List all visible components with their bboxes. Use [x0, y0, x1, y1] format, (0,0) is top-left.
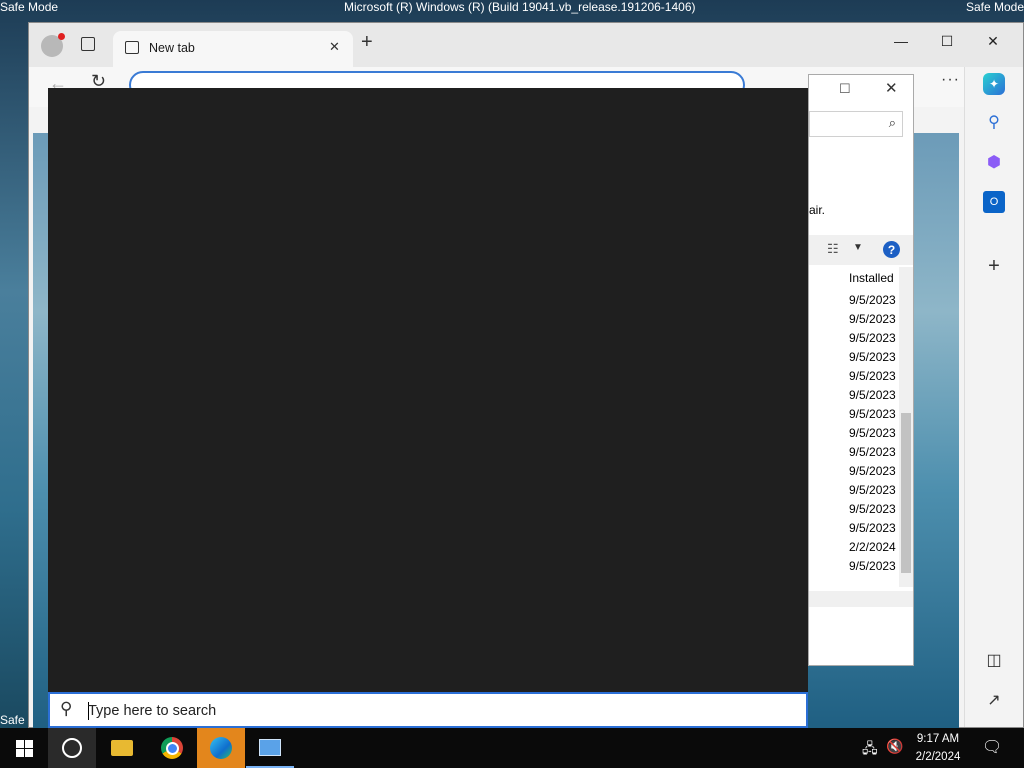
safe-mode-label-left: Safe Mode	[0, 0, 59, 14]
copilot-icon[interactable]: ✦	[983, 73, 1005, 95]
window-close-button[interactable]: ✕	[970, 27, 1016, 55]
search-icon: ⌕	[888, 115, 896, 130]
maximize-button[interactable]: ☐	[924, 27, 970, 55]
close-tab-icon[interactable]: ✕	[329, 39, 340, 55]
close-icon[interactable]: ✕	[885, 79, 898, 97]
horizontal-scrollbar[interactable]	[809, 591, 913, 607]
cortana-icon	[62, 738, 82, 758]
maximize-icon[interactable]: ☐	[839, 81, 851, 97]
notification-dot-icon	[58, 33, 65, 40]
chrome-icon	[161, 737, 183, 759]
windows-logo-icon	[15, 739, 33, 757]
office-icon[interactable]: ⬢	[983, 151, 1005, 173]
new-tab-button[interactable]: +	[361, 31, 373, 54]
control-panel-icon	[259, 738, 281, 756]
program-installed-date[interactable]: 9/5/2023	[849, 462, 896, 481]
edge-sidebar: ✦ ⚲ ⬢ O + ◫ ↗	[964, 67, 1023, 727]
taskbar: 🖧 🔇 9:17 AM 2/2/2024 🗨	[0, 728, 1024, 768]
program-installed-date[interactable]: 9/5/2023	[849, 557, 896, 576]
program-installed-date[interactable]: 9/5/2023	[849, 481, 896, 500]
volume-muted-icon[interactable]: 🔇	[886, 738, 903, 755]
search-icon: ⚲	[60, 699, 73, 718]
vertical-scrollbar[interactable]	[899, 267, 913, 587]
program-installed-date[interactable]: 9/5/2023	[849, 329, 896, 348]
search-input[interactable]: ⚲ Type here to search	[48, 692, 808, 728]
repair-instruction-text: air.	[809, 203, 826, 217]
safe-mode-label-bottom: Safe	[0, 713, 25, 727]
clock-time: 9:17 AM	[916, 733, 960, 745]
new-tab-page-icon	[125, 41, 139, 54]
program-installed-date[interactable]: 9/5/2023	[849, 500, 896, 519]
network-icon[interactable]: 🖧	[862, 738, 878, 762]
outlook-icon[interactable]: O	[983, 191, 1005, 213]
edge-icon	[210, 737, 232, 759]
program-installed-date[interactable]: 9/5/2023	[849, 424, 896, 443]
search-placeholder: Type here to search	[88, 703, 217, 719]
clock[interactable]: 9:17 AM 2/2/2024	[906, 730, 970, 766]
programs-window-titlebar: ☐ ✕	[809, 75, 913, 105]
tab-actions-icon[interactable]	[81, 37, 95, 51]
chevron-down-icon[interactable]: ▼	[853, 242, 863, 253]
control-panel-button[interactable]	[246, 728, 294, 768]
programs-search-input[interactable]: ⌕	[809, 111, 903, 137]
tab-title: New tab	[149, 41, 195, 55]
program-installed-date[interactable]: 9/5/2023	[849, 443, 896, 462]
more-options-icon[interactable]: ···	[941, 71, 960, 89]
program-installed-date[interactable]: 9/5/2023	[849, 405, 896, 424]
program-installed-date[interactable]: 9/5/2023	[849, 291, 896, 310]
program-installed-date[interactable]: 9/5/2023	[849, 519, 896, 538]
folder-icon	[111, 740, 133, 756]
program-installed-date[interactable]: 2/2/2024	[849, 538, 896, 557]
search-icon[interactable]: ⚲	[983, 111, 1005, 133]
safe-mode-label-right: Safe Mode	[965, 0, 1024, 14]
profile-avatar-icon[interactable]	[41, 33, 65, 57]
program-installed-date[interactable]: 9/5/2023	[849, 348, 896, 367]
chrome-button[interactable]	[148, 728, 196, 768]
programs-toolbar: ☷ ▼ ?	[809, 235, 913, 265]
view-options-icon[interactable]: ☷	[827, 241, 839, 257]
tab-new-tab[interactable]: New tab ✕	[113, 31, 353, 67]
edge-taskbar-button[interactable]	[197, 728, 245, 768]
minimize-button[interactable]: —	[878, 27, 924, 55]
open-external-icon[interactable]: ↗	[983, 689, 1005, 711]
search-taskbar-button[interactable]	[48, 728, 96, 768]
add-icon[interactable]: +	[983, 255, 1005, 277]
file-explorer-button[interactable]	[98, 728, 146, 768]
programs-list: Installed 9/5/2023 9/5/2023 9/5/2023 9/5/20…	[809, 267, 913, 587]
start-button[interactable]	[0, 728, 48, 768]
split-view-icon[interactable]: ◫	[983, 649, 1005, 671]
program-installed-date[interactable]: 9/5/2023	[849, 386, 896, 405]
action-center-icon[interactable]: 🗨	[982, 737, 1002, 757]
scroll-thumb[interactable]	[901, 413, 911, 573]
help-icon[interactable]: ?	[883, 241, 900, 258]
program-installed-date[interactable]: 9/5/2023	[849, 367, 896, 386]
programs-features-window: ☐ ✕ ⌕ air. ☷ ▼ ? Installed 9/5/2023 9/5/2…	[808, 74, 914, 666]
program-installed-date[interactable]: 9/5/2023	[849, 310, 896, 329]
clock-date: 2/2/2024	[915, 751, 961, 763]
build-info-label: Microsoft (R) Windows (R) (Build 19041.v…	[344, 0, 696, 14]
edge-tab-bar: New tab ✕ + — ☐ ✕	[29, 23, 1023, 67]
column-installed-header[interactable]: Installed	[849, 271, 894, 285]
search-results-panel	[48, 88, 808, 692]
